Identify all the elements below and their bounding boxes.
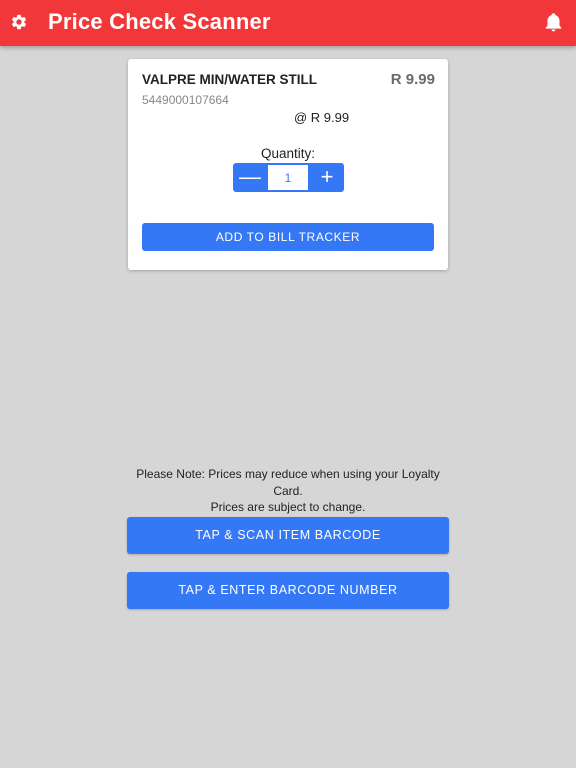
item-barcode: 5449000107664 <box>142 93 229 107</box>
page-title: Price Check Scanner <box>48 9 271 34</box>
quantity-stepper: — + <box>233 163 344 192</box>
quantity-input[interactable] <box>268 165 308 190</box>
bell-icon[interactable] <box>545 13 562 32</box>
unit-price: @ R 9.99 <box>294 110 350 125</box>
quantity-label: Quantity: <box>260 146 316 161</box>
gear-icon[interactable] <box>10 13 28 31</box>
note-line-1: Please Note: Prices may reduce when usin… <box>136 467 440 498</box>
price-note: Please Note: Prices may reduce when usin… <box>128 466 448 516</box>
note-line-2: Prices are subject to change. <box>210 500 366 514</box>
item-name: VALPRE MIN/WATER STILL <box>142 72 317 87</box>
increment-button[interactable]: + <box>310 163 344 192</box>
add-to-bill-tracker-button[interactable]: ADD TO BILL TRACKER <box>142 223 434 251</box>
enter-barcode-button[interactable]: TAP & ENTER BARCODE NUMBER <box>127 572 449 609</box>
item-card: VALPRE MIN/WATER STILL R 9.99 5449000107… <box>128 59 448 270</box>
decrement-button[interactable]: — <box>233 163 267 192</box>
app-header: Price Check Scanner <box>0 0 576 46</box>
item-price: R 9.99 <box>390 71 435 88</box>
app: Price Check Scanner VALPRE MIN/WATER STI… <box>0 0 576 768</box>
scan-barcode-button[interactable]: TAP & SCAN ITEM BARCODE <box>127 517 449 554</box>
